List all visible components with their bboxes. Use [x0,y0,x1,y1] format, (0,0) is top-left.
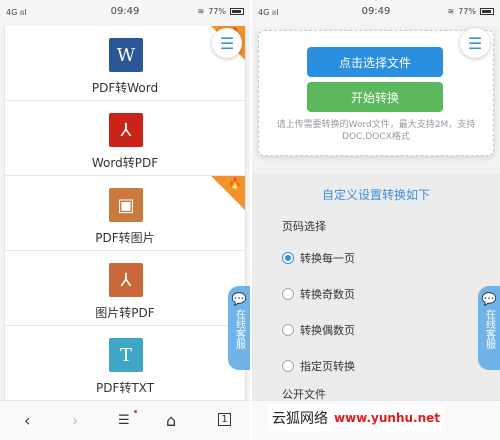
settings-title: 自定义设置转换如下 [321,188,430,202]
forward-icon[interactable]: › [72,411,78,430]
wifi-icon: ≋ [197,7,205,16]
status-bar: 4G ııl 09:49 ≋ 77% [252,0,500,26]
left-phone-screen: 4G ııl 09:49 ≋ 77% W PDF转Word 🔥 ⅄ Word转P… [0,0,250,440]
browser-nav-bar: ‹ › ☰ ⌂ 1 [0,400,250,440]
upload-hint: 请上传需要转换的Word文件，最大支持2M，支持DOC,DOCX格式 [276,120,476,142]
flame-icon: 🔥 [228,177,242,190]
online-service-tab[interactable]: 💬 在线客服 [228,286,250,370]
tool-label: 图片转PDF [95,306,155,320]
radio-icon [282,360,294,372]
radio-label: 转换偶数页 [300,324,355,337]
image-icon: ▣ [109,188,143,222]
status-icons: ≋ 77% [448,7,494,16]
online-service-tab[interactable]: 💬 在线客服 [478,286,500,370]
radio-option-every-page[interactable]: 转换每一页 [282,250,355,266]
select-file-button[interactable]: 点击选择文件 [307,47,443,77]
watermark-site: www.yunhu.net [334,411,441,425]
radio-checked-icon [282,252,294,264]
hamburger-menu-icon[interactable]: ☰ [212,28,242,58]
radio-option-specified-pages[interactable]: 指定页转换 [282,358,355,374]
wifi-icon: ≋ [447,7,455,16]
radio-icon [282,288,294,300]
tool-item-pdf-to-image[interactable]: ▣ PDF转图片 🔥 [5,176,245,251]
start-convert-button[interactable]: 开始转换 [307,82,443,112]
service-tab-label: 在线客服 [233,309,245,349]
tool-label: PDF转Word [91,81,159,95]
menu-icon[interactable]: ☰ [118,413,130,428]
chat-bubble-icon: 💬 [481,292,497,306]
watermark-text: 云狐网络 [272,411,328,427]
status-bar: 4G ııl 09:49 ≋ 77% [0,0,250,26]
upload-card: 点击选择文件 开始转换 请上传需要转换的Word文件，最大支持2M，支持DOC,… [258,30,494,156]
radio-label: 转换奇数页 [300,288,355,301]
conversion-settings: 自定义设置转换如下 页码选择 转换每一页 转换奇数页 转换偶数页 指定页转换 公… [252,174,500,401]
tool-label: Word转PDF [91,156,159,170]
word-icon: W [109,38,143,72]
hamburger-menu-icon[interactable]: ☰ [460,28,490,58]
battery-percent: 77% [458,7,476,16]
tool-item-word-to-pdf[interactable]: ⅄ Word转PDF [5,101,245,176]
radio-option-odd-pages[interactable]: 转换奇数页 [282,286,355,302]
txt-icon: T [109,338,143,372]
watermark: 云狐网络 www.yunhu.net [268,405,445,431]
battery-icon [230,8,244,15]
home-icon[interactable]: ⌂ [166,411,176,430]
radio-label: 指定页转换 [300,360,355,373]
tool-item-pdf-to-txt[interactable]: T PDF转TXT [5,326,245,401]
tool-label: PDF转图片 [95,231,155,245]
tool-list: W PDF转Word 🔥 ⅄ Word转PDF ▣ PDF转图片 🔥 ⅄ 图片转… [4,26,246,401]
tabs-icon[interactable]: 1 [218,413,231,426]
tool-item-pdf-to-word[interactable]: W PDF转Word 🔥 [5,26,245,101]
radio-option-even-pages[interactable]: 转换偶数页 [282,322,355,338]
battery-percent: 77% [208,7,226,16]
service-tab-label: 在线客服 [483,309,495,349]
tool-label: PDF转TXT [95,381,155,395]
status-icons: ≋ 77% [198,7,244,16]
pdf-icon: ⅄ [109,113,143,147]
tool-item-image-to-pdf[interactable]: ⅄ 图片转PDF [5,251,245,326]
right-phone-screen: 4G ııl 09:49 ≋ 77% 点击选择文件 开始转换 请上传需要转换的W… [252,0,500,440]
back-icon[interactable]: ‹ [24,411,30,430]
notification-dot [134,410,137,413]
chat-bubble-icon: 💬 [231,292,247,306]
pdf-doc-icon: ⅄ [109,263,143,297]
radio-icon [282,324,294,336]
page-select-label: 页码选择 [282,220,326,233]
battery-icon [480,8,494,15]
radio-label: 转换每一页 [300,252,355,265]
